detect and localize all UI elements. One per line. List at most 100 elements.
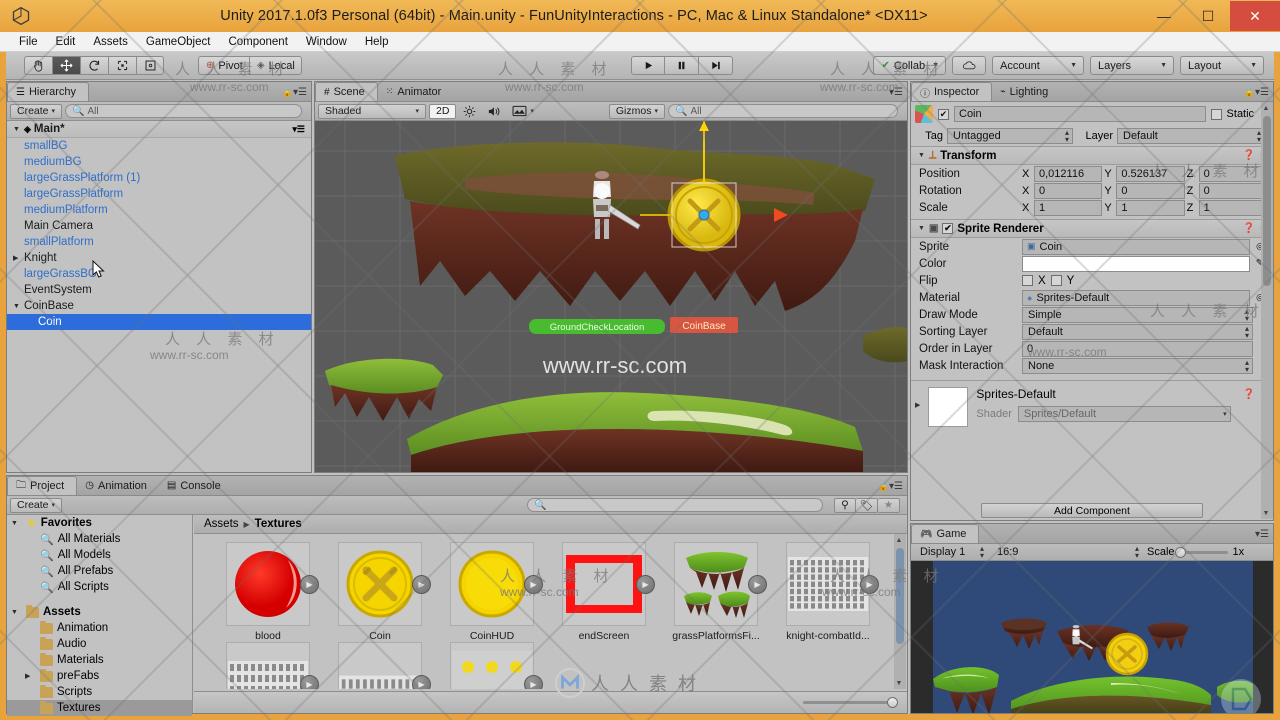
asset-item[interactable]: ▶ endScreen [548,542,660,642]
hierarchy-item-largegrassplatform-1[interactable]: largeGrassPlatform (1) [7,170,311,186]
tab-lighting[interactable]: ⌁ Lighting [992,82,1060,101]
scroll-down-icon[interactable]: ▼ [1260,507,1272,519]
component-header-transform[interactable]: ▼ ⟂ Transform ❓ ⚙ [911,146,1273,165]
menu-edit[interactable]: Edit [47,32,85,52]
tab-scene[interactable]: # Scene [315,82,378,101]
panel-menu-icon[interactable]: ▾☰ [1255,87,1269,98]
move-tool-button[interactable] [52,56,80,75]
lock-icon[interactable]: 🔒 [878,481,889,492]
layer-dropdown[interactable]: Default ▴ ▾ [1117,128,1265,144]
cloud-button[interactable] [952,56,986,75]
layers-button[interactable]: Layers ▼ [1090,56,1174,75]
hierarchy-item-smallbg[interactable]: smallBG [7,138,311,154]
project-tree-item-all-materials[interactable]: 🔍 All Materials [7,531,192,547]
project-tree-item-scripts[interactable]: Scripts [7,684,192,700]
scroll-down-icon[interactable]: ▼ [893,677,905,689]
project-scroll-thumb[interactable] [896,548,904,644]
project-tree-item-materials[interactable]: Materials [7,652,192,668]
position-y-field[interactable]: 0.526137 [1116,165,1185,182]
hierarchy-item-coin[interactable]: Coin [7,314,311,330]
scene-menu-icon[interactable]: ▾☰ [292,124,305,135]
hierarchy-item-eventsystem[interactable]: EventSystem [7,282,311,298]
tab-project[interactable]: 🗀 Project [7,476,78,495]
rotate-tool-button[interactable] [80,56,108,75]
scene-search-input[interactable]: 🔍 All [668,104,898,118]
scale-x-field[interactable]: 1 [1034,199,1103,216]
asset-expand-icon[interactable]: ▶ [412,575,431,594]
slider-knob[interactable] [887,697,898,708]
component-header-sprite-renderer[interactable]: ▼ ▣ ✔ Sprite Renderer ❓ ⚙ [911,219,1273,238]
scroll-up-icon[interactable]: ▲ [893,534,905,546]
rotation-x-field[interactable]: 0 [1034,182,1103,199]
asset-item[interactable]: ▶ CoinHUD [436,542,548,642]
asset-expand-icon[interactable]: ▶ [412,675,431,689]
menu-gameobject[interactable]: GameObject [137,32,220,52]
object-enabled-checkbox[interactable]: ✔ [938,108,949,120]
hierarchy-item-mediumplatform[interactable]: mediumPlatform [7,202,311,218]
minimize-button[interactable]: — [1142,1,1186,31]
chevron-right-icon[interactable]: ▶ [915,401,920,409]
order-in-layer-field[interactable]: 0 [1022,340,1253,357]
game-scale-knob[interactable] [1174,546,1186,558]
mask-interaction-dropdown[interactable]: None ▴ ▾ [1022,357,1253,374]
menu-help[interactable]: Help [356,32,398,52]
flip-y-checkbox[interactable] [1050,275,1062,286]
hierarchy-item-smallplatform[interactable]: smallPlatform [7,234,311,250]
play-button[interactable] [631,56,666,75]
scene-audio-toggle[interactable] [483,104,505,119]
project-tree-item-all-scripts[interactable]: 🔍 All Scripts [7,579,192,595]
scale-z-field[interactable]: 1 [1198,199,1267,216]
project-tree-item-textures[interactable]: Textures [7,700,192,716]
asset-grid[interactable]: ▶ blood ▶ Coin ▶ CoinHUD ▶ endScreen ▶ grassPlatf… [194,534,893,689]
menu-file[interactable]: File [10,32,47,52]
tab-inspector[interactable]: ⓘ Inspector [911,82,993,101]
panel-menu-icon[interactable]: ▾☰ [293,87,307,98]
hierarchy-item-mediumbg[interactable]: mediumBG [7,154,311,170]
scroll-up-icon[interactable]: ▲ [1260,102,1272,114]
asset-expand-icon[interactable]: ▶ [300,575,319,594]
help-icon[interactable]: ❓ [1243,389,1255,400]
chevron-down-icon[interactable]: ▼ [13,126,24,133]
close-button[interactable]: ✕ [1230,1,1280,31]
chevron-down-icon[interactable]: ▼ [11,609,22,616]
scale-y-field[interactable]: 1 [1116,199,1185,216]
step-button[interactable] [699,56,734,75]
tag-dropdown[interactable]: Untagged ▴ ▾ [947,128,1073,144]
project-tree-item-favorites[interactable]: ▼ ★ Favorites [7,515,192,531]
thumbnail-size-slider[interactable] [803,697,898,708]
project-tree-item-animation[interactable]: Animation [7,620,192,636]
asset-item[interactable]: ▶ [436,642,548,689]
panel-menu-icon[interactable]: ▾☰ [889,87,903,98]
help-icon[interactable]: ❓ [1243,223,1255,234]
static-checkbox[interactable] [1210,108,1222,120]
draw-mode-dropdown[interactable]: Simple ▴ ▾ [1022,306,1253,323]
inspector-scrollbar[interactable]: ▲ ▼ [1261,102,1273,519]
asset-expand-icon[interactable]: ▶ [748,575,767,594]
game-scale-slider[interactable] [1174,546,1228,558]
scene-gizmos-dropdown[interactable]: Gizmos ▾ [608,103,665,119]
chevron-down-icon[interactable]: ▼ [13,303,24,310]
scene-viewport[interactable]: GroundCheckLocation CoinBase www.rr-sc.c… [315,121,907,472]
asset-item[interactable]: ▶ [324,642,436,689]
asset-item[interactable]: ▶ [212,642,324,689]
project-tree-item-assets[interactable]: ▼ Assets [7,604,192,620]
project-tree-item-audio[interactable]: Audio [7,636,192,652]
scene-shading-dropdown[interactable]: Shaded ▾ [318,103,426,119]
display-dropdown[interactable]: Display 1 ▴ ▾ [915,544,987,560]
project-tree-item-prefabs[interactable]: ▶ preFabs [7,668,192,684]
sprite-renderer-enabled-checkbox[interactable]: ✔ [942,223,954,234]
material-object-field[interactable]: ● Sprites-Default [1022,289,1250,306]
panel-menu-icon[interactable]: ▾☰ [889,481,903,492]
tab-console[interactable]: ▤ Console [159,476,233,495]
shader-dropdown[interactable]: Sprites/Default ▾ [1017,406,1231,422]
flip-x-checkbox[interactable] [1022,275,1033,286]
maximize-button[interactable]: ☐ [1186,1,1230,31]
menu-assets[interactable]: Assets [84,32,137,52]
breadcrumb-textures[interactable]: Textures [255,518,302,530]
layout-button[interactable]: Layout ▼ [1180,56,1264,75]
hierarchy-create-button[interactable]: Create ▾ [10,103,63,119]
rotation-y-field[interactable]: 0 [1116,182,1185,199]
breadcrumb-assets[interactable]: Assets [204,518,239,530]
hierarchy-search-input[interactable]: 🔍 All [65,104,302,118]
color-swatch-field[interactable] [1022,255,1250,272]
